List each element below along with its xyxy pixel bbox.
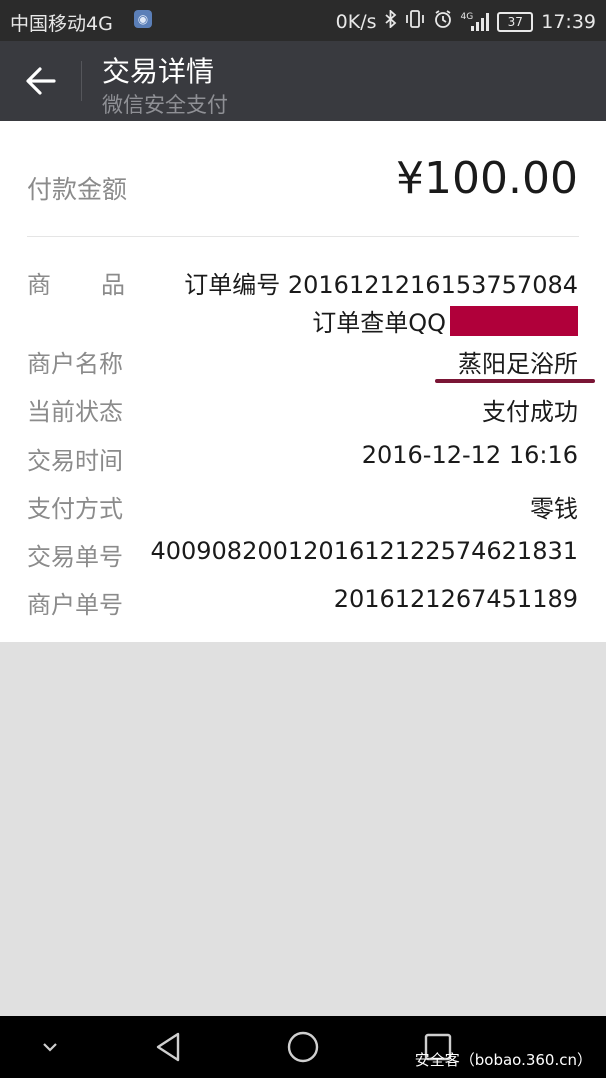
detail-key-merchant-name: 商户名称: [27, 350, 123, 378]
detail-key-product: 商品: [27, 265, 175, 300]
detail-value-payment-method: 零钱: [530, 495, 578, 523]
bluetooth-icon: [384, 8, 397, 33]
vibrate-icon: [405, 10, 425, 33]
detail-value-status: 支付成功: [482, 398, 578, 426]
divider: [27, 236, 579, 237]
detail-key-transaction-id: 交易单号: [27, 543, 123, 571]
alarm-icon: [433, 9, 453, 34]
amount-value: ¥100.00: [396, 153, 578, 204]
battery-icon: 37: [497, 11, 534, 32]
nav-home-button[interactable]: [263, 1016, 343, 1078]
redaction-block: [450, 306, 578, 336]
detail-key-time: 交易时间: [27, 447, 123, 475]
status-bar: 中国移动4G ◉ 0K/s 4G 37 17:39: [0, 0, 606, 41]
network-speed: 0K/s: [335, 10, 377, 33]
detail-key-payment-method: 支付方式: [27, 495, 123, 523]
page-title: 交易详情: [102, 55, 215, 88]
network-type: 4G: [460, 11, 474, 22]
detail-value-product: 订单编号 2016121216153757084 订单查单QQ: [184, 265, 578, 338]
collapse-nav-button[interactable]: [10, 1016, 90, 1078]
detail-value-transaction-id[interactable]: 4009082001201612122574621831: [150, 537, 578, 565]
top-app-bar: 交易详情 微信安全支付: [0, 41, 606, 121]
home-circle-icon: [287, 1031, 319, 1063]
detail-value-merchant-order-id[interactable]: 2016121267451189: [334, 585, 578, 613]
app-notification-icon: ◉: [134, 10, 152, 28]
amount-label: 付款金额: [27, 175, 128, 204]
carrier-label: 中国移动4G: [10, 13, 113, 35]
detail-value-merchant-name: 蒸阳足浴所: [458, 350, 578, 378]
signal-icon: 4G: [460, 11, 490, 31]
detail-key-merchant-order-id: 商户单号: [27, 591, 123, 619]
clock: 17:39: [541, 10, 596, 33]
detail-value-time: 2016-12-12 16:16: [361, 441, 578, 469]
system-navigation-bar: 安全客（bobao.360.cn）: [0, 1016, 606, 1078]
watermark: 安全客（bobao.360.cn）: [414, 1051, 592, 1069]
nav-back-button[interactable]: [128, 1016, 208, 1078]
order-query-text: 订单查单QQ: [312, 309, 446, 337]
order-query-line: 订单查单QQ: [184, 303, 578, 338]
order-number-line: 订单编号 2016121216153757084: [184, 271, 578, 299]
header-divider: [81, 61, 82, 101]
detail-key-status: 当前状态: [27, 398, 123, 426]
annotation-underline: [435, 379, 595, 383]
page-subtitle: 微信安全支付: [102, 93, 228, 117]
detail-key-text: 商品: [27, 271, 175, 299]
back-triangle-icon: [156, 1032, 180, 1062]
status-bar-right: 0K/s 4G 37 17:39: [335, 8, 596, 34]
back-arrow-icon: [26, 67, 56, 95]
transaction-detail-card: 付款金额 ¥100.00 商品 订单编号 2016121216153757084…: [0, 121, 606, 642]
chevron-down-icon: [43, 1043, 57, 1052]
back-button[interactable]: [0, 41, 80, 121]
